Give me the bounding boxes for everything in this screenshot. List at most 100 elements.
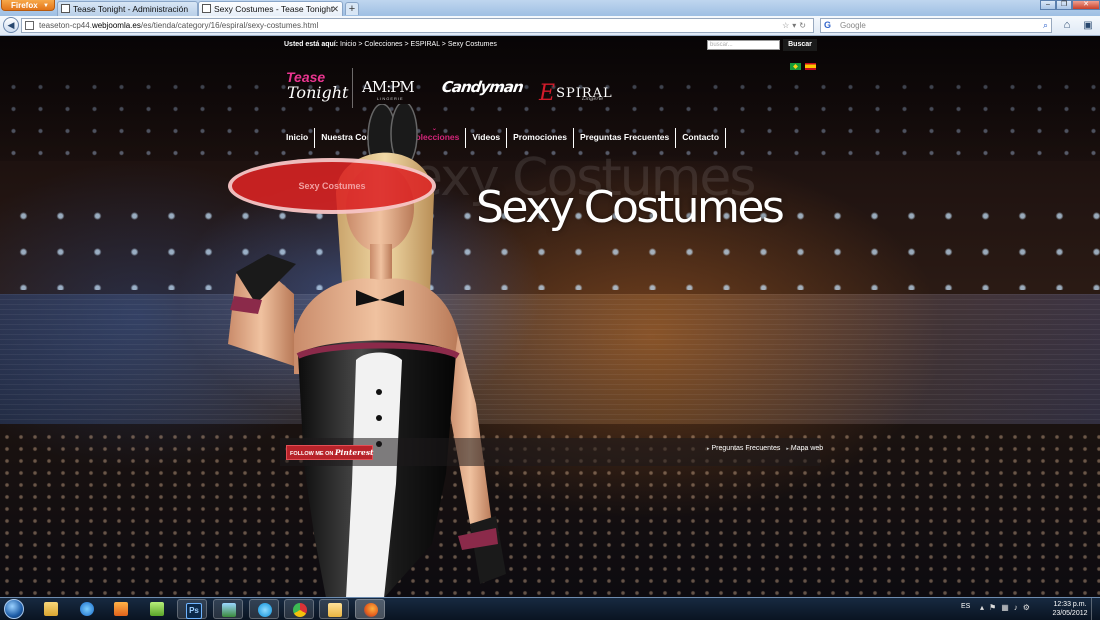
logo-espiral-initial: E (539, 81, 557, 106)
taskbar-app-media-player[interactable] (106, 599, 136, 619)
breadcrumb-item-current: Sexy Costumes (447, 41, 497, 48)
gear-tray-icon[interactable]: ⚙ (1023, 603, 1035, 612)
volume-icon[interactable]: ♪ (1014, 603, 1023, 612)
site-identity-icon[interactable] (25, 21, 34, 30)
clock[interactable]: 12:33 p.m. 23/05/2012 (1052, 600, 1088, 618)
tray-arrow-icon[interactable]: ▴ (980, 603, 989, 612)
search-icon[interactable]: ⌕ (1043, 19, 1048, 32)
url-domain: webjoomla.es (91, 21, 141, 30)
google-icon[interactable]: G (824, 20, 835, 31)
footer-link-preguntas-frecuentes[interactable]: Preguntas Frecuentes (712, 445, 781, 452)
taskbar-app-network[interactable] (213, 599, 243, 619)
chevron-down-icon: ▼ (43, 3, 49, 9)
browser-search-box[interactable]: G Google ⌕ (820, 18, 1052, 33)
breadcrumb-separator: > (441, 41, 446, 48)
search-placeholder: Google (840, 21, 866, 30)
skype-icon (258, 603, 272, 617)
media-player-icon (114, 602, 128, 616)
nav-item-contacto[interactable]: Contacto (676, 128, 727, 148)
taskbar-app-notepad-plus[interactable] (142, 599, 172, 619)
url-prefix: teaseton-cp44. (39, 21, 92, 30)
footer-link-mapa-web[interactable]: Mapa web (791, 445, 823, 452)
bullet-icon: ▸ (786, 446, 789, 452)
breadcrumb-separator: > (404, 41, 409, 48)
bookmarks-icon: ▣ (1083, 20, 1093, 31)
folder-icon (44, 602, 58, 616)
breadcrumb-item-inicio[interactable]: Inicio (340, 41, 356, 48)
flag-spain-icon[interactable] (805, 63, 816, 70)
footer-links: ▸ Preguntas Frecuentes ▸ Mapa web (703, 445, 823, 452)
firefox-icon (364, 603, 378, 617)
photoshop-icon: Ps (186, 603, 202, 619)
bullet-icon: ▸ (707, 446, 710, 452)
taskbar-app-internet-explorer[interactable] (72, 599, 102, 619)
logo-espiral-subtitle: Lingerie (582, 96, 604, 102)
tab-title: Tease Tonight - Administración (73, 4, 189, 14)
logo-ampm[interactable]: AM:PM (362, 78, 415, 96)
tab-sexy-costumes[interactable]: Sexy Costumes - Tease Tonight ✕ (198, 1, 343, 16)
url-bar[interactable]: teaseton-cp44.webjoomla.es/es/tienda/cat… (21, 18, 814, 33)
close-icon[interactable]: ✕ (331, 2, 339, 16)
breadcrumb-label: Usted está aquí: (284, 41, 339, 48)
flag-tray-icon[interactable]: ⚑ (989, 603, 1001, 612)
site-search-input[interactable]: buscar... (707, 40, 780, 50)
pinterest-prefix: FOLLOW ME ON (290, 451, 334, 457)
tab-administracion[interactable]: Tease Tonight - Administración (57, 1, 198, 16)
site-favicon-icon (202, 4, 211, 13)
logo-ampm-subtitle: LINGERIE (377, 96, 404, 101)
clock-time: 12:33 p.m. (1053, 601, 1087, 608)
restore-button[interactable]: ❐ (1056, 0, 1072, 10)
background-streaks (0, 294, 1100, 424)
site-favicon-icon (61, 4, 70, 13)
bookmarks-button[interactable]: ▣ (1080, 18, 1096, 33)
home-button[interactable]: ⌂ (1059, 18, 1075, 33)
submenu-item-sexy-costumes[interactable]: Sexy Costumes (230, 181, 434, 191)
network-tray-icon[interactable]: ▦ (1001, 603, 1014, 612)
nav-item-preguntas-frecuentes[interactable]: Preguntas Frecuentes (574, 128, 677, 148)
taskbar-app-explorer[interactable] (36, 599, 66, 619)
bookmark-star-icon[interactable]: ☆ (782, 21, 792, 30)
logo-tease-tonight[interactable]: Tease Tonight (285, 66, 349, 108)
chrome-icon (293, 603, 307, 617)
notepad-plus-icon (150, 602, 164, 616)
firefox-menu-button[interactable]: Firefox ▼ (1, 0, 55, 11)
url-controls[interactable]: ☆▾↻ (782, 19, 809, 32)
language-indicator[interactable]: ES (961, 603, 970, 610)
system-tray: ▴⚑▦♪⚙ (980, 603, 1035, 612)
new-tab-button[interactable]: + (345, 2, 359, 15)
url-path: /es/tienda/category/16/espiral/sexy-cost… (140, 21, 319, 30)
logo-candyman[interactable]: Candyman (441, 78, 524, 96)
minimize-button[interactable]: – (1040, 0, 1056, 10)
internet-explorer-icon (80, 602, 94, 616)
arrow-left-icon: ◀ (7, 20, 15, 30)
start-button[interactable] (4, 599, 24, 619)
flag-brazil-icon[interactable] (790, 63, 801, 70)
taskbar-app-folder[interactable] (319, 599, 349, 619)
browser-toolbar: ◀ teaseton-cp44.webjoomla.es/es/tienda/c… (0, 16, 1100, 36)
search-button[interactable]: Buscar (783, 39, 817, 51)
taskbar-app-chrome[interactable] (284, 599, 314, 619)
clock-date: 23/05/2012 (1052, 610, 1088, 617)
hero-title: Sexy Costumes (476, 182, 785, 233)
taskbar-app-firefox[interactable] (355, 599, 385, 619)
nav-item-promociones[interactable]: Promociones (507, 128, 574, 148)
reload-icon[interactable]: ↻ (799, 21, 809, 30)
logo-divider (352, 68, 353, 108)
taskbar-app-photoshop[interactable]: Ps (177, 599, 207, 619)
breadcrumb: Usted está aquí: Inicio > Colecciones > … (284, 41, 497, 48)
browser-tab-strip: Firefox ▼ Tease Tonight - Administración… (0, 0, 1100, 16)
logo-tonight-word: Tonight (287, 83, 349, 102)
breadcrumb-item-colecciones[interactable]: Colecciones (364, 41, 402, 48)
network-icon (222, 603, 236, 617)
taskbar-app-skype[interactable] (249, 599, 279, 619)
breadcrumb-separator: > (358, 41, 363, 48)
web-page: Usted está aquí: Inicio > Colecciones > … (0, 36, 1100, 597)
back-button[interactable]: ◀ (3, 17, 19, 33)
home-icon: ⌂ (1063, 19, 1071, 31)
tab-title: Sexy Costumes - Tease Tonight (214, 4, 334, 14)
show-desktop-button[interactable] (1091, 598, 1100, 620)
close-window-button[interactable]: ✕ (1072, 0, 1100, 10)
pinterest-follow-button[interactable]: FOLLOW ME ON Pinterest (286, 445, 374, 460)
breadcrumb-item-espiral[interactable]: ESPIRAL (411, 41, 440, 48)
folder-icon (328, 603, 342, 617)
